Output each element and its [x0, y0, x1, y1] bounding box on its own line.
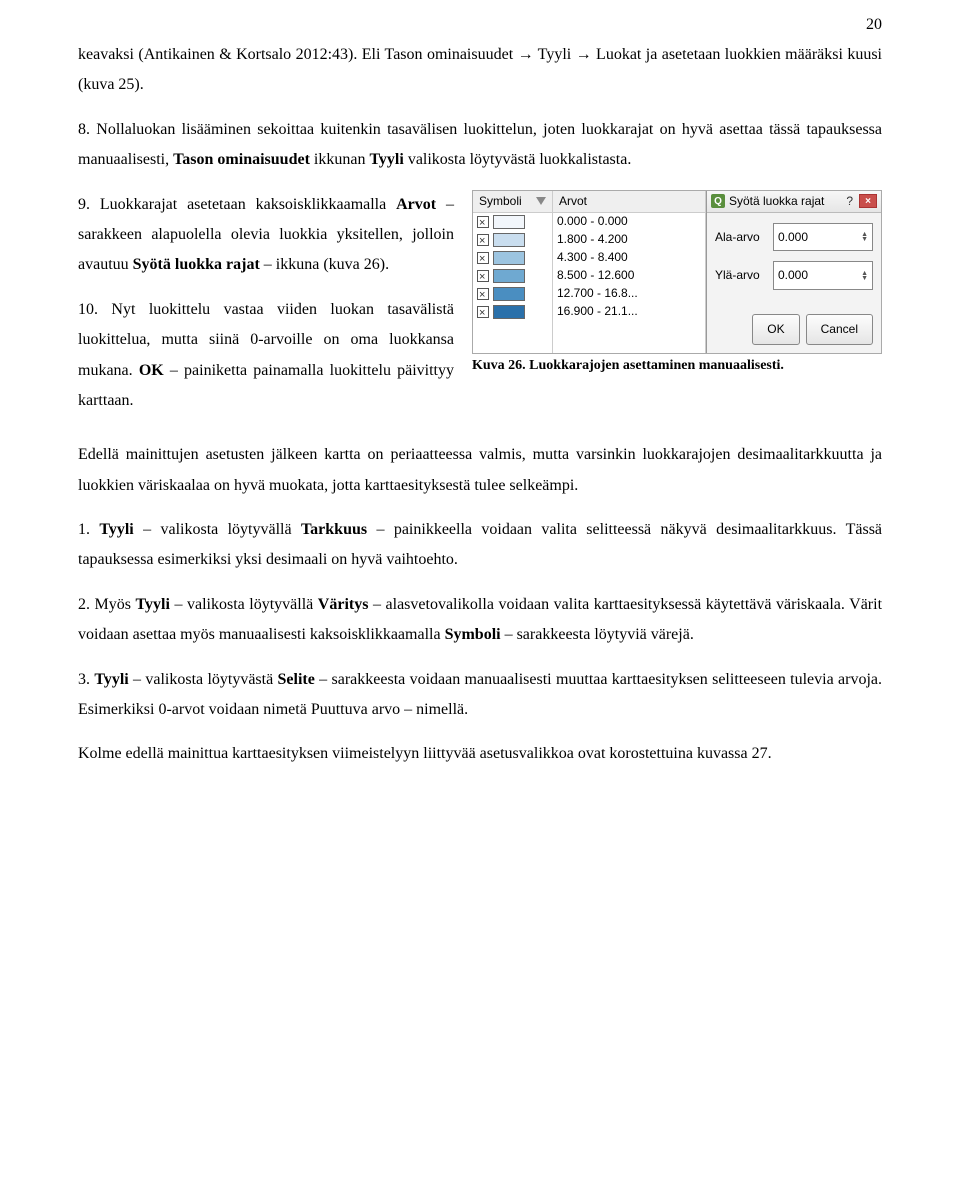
text-bold: Tyyli — [369, 151, 403, 168]
field-label: Ala-arvo — [715, 226, 767, 249]
paragraph-summary: Edellä mainittujen asetusten jälkeen kar… — [78, 440, 882, 501]
popup-title-text: Syötä luokka rajat — [729, 190, 824, 213]
input-value: 0.000 — [778, 226, 808, 249]
color-swatch[interactable] — [493, 287, 525, 301]
spinner-icon[interactable]: ▲▼ — [861, 232, 868, 242]
dialog-screenshot: Symboli Arvot 0.000 - 0.0001.800 - 4.200… — [472, 190, 882, 354]
text: 3. — [78, 671, 94, 688]
text: 9. Luokkarajat asetetaan kaksoisklikkaam… — [78, 196, 396, 213]
symboli-row[interactable] — [473, 303, 552, 321]
text-bold: Selite — [278, 671, 315, 688]
close-icon[interactable]: × — [859, 194, 877, 208]
arvot-row[interactable]: 16.900 - 21.1... — [553, 303, 705, 321]
symboli-row[interactable] — [473, 231, 552, 249]
text: 1. — [78, 521, 99, 538]
text-bold: OK — [139, 362, 164, 379]
color-swatch[interactable] — [493, 269, 525, 283]
help-icon[interactable]: ? — [846, 190, 853, 213]
input-value: 0.000 — [778, 264, 808, 287]
figure-26: Symboli Arvot 0.000 - 0.0001.800 - 4.200… — [472, 190, 882, 376]
text: 2. Myös — [78, 596, 136, 613]
popup-enter-class-limits: Q Syötä luokka rajat ? × Ala-arvo — [706, 191, 881, 353]
paragraph-step1: 1. Tyyli – valikosta löytyvällä Tarkkuus… — [78, 515, 882, 576]
page-number: 20 — [866, 10, 882, 40]
text: ikkunan — [310, 151, 370, 168]
paragraph-8: 8. Nollaluokan lisääminen sekoittaa kuit… — [78, 115, 882, 176]
text-bold: Väritys — [318, 596, 369, 613]
cancel-button[interactable]: Cancel — [806, 314, 873, 345]
checkbox-icon[interactable] — [477, 270, 489, 282]
field-yla-arvo: Ylä-arvo 0.000 ▲▼ — [715, 261, 873, 290]
text: – valikosta löytyvästä — [129, 671, 278, 688]
symboli-row[interactable] — [473, 285, 552, 303]
text: – valikosta löytyvällä — [170, 596, 318, 613]
symboli-row[interactable] — [473, 249, 552, 267]
sort-icon — [536, 197, 546, 205]
symboli-row[interactable] — [473, 267, 552, 285]
column-symboli: Symboli — [473, 191, 553, 353]
ala-arvo-input[interactable]: 0.000 ▲▼ — [773, 223, 873, 252]
color-swatch[interactable] — [493, 251, 525, 265]
text: – valikosta löytyvällä — [134, 521, 301, 538]
text-bold: Tarkkuus — [301, 521, 367, 538]
header-label: Arvot — [559, 190, 587, 213]
field-ala-arvo: Ala-arvo 0.000 ▲▼ — [715, 223, 873, 252]
text: valikosta löytyvästä luokkalistasta. — [404, 151, 632, 168]
column-arvot: Arvot 0.000 - 0.0001.800 - 4.2004.300 - … — [553, 191, 706, 353]
paragraph-7-cont: keavaksi (Antikainen & Kortsalo 2012:43)… — [78, 40, 882, 101]
yla-arvo-input[interactable]: 0.000 ▲▼ — [773, 261, 873, 290]
color-swatch[interactable] — [493, 305, 525, 319]
paragraph-closing: Kolme edellä mainittua karttaesityksen v… — [78, 739, 882, 769]
spinner-icon[interactable]: ▲▼ — [861, 271, 868, 281]
figure-caption: Kuva 26. Luokkarajojen asettaminen manua… — [472, 356, 882, 376]
symboli-row[interactable] — [473, 213, 552, 231]
checkbox-icon[interactable] — [477, 306, 489, 318]
text-bold: Tyyli — [136, 596, 170, 613]
text-bold: Tason ominaisuudet — [173, 151, 310, 168]
text-bold: Syötä luokka rajat — [133, 256, 260, 273]
checkbox-icon[interactable] — [477, 288, 489, 300]
text: – sarakkeesta löytyviä värejä. — [501, 626, 694, 643]
text: – ikkuna (kuva 26). — [260, 256, 389, 273]
color-swatch[interactable] — [493, 215, 525, 229]
popup-titlebar: Q Syötä luokka rajat ? × — [707, 191, 881, 213]
column-header-symboli[interactable]: Symboli — [473, 191, 552, 213]
header-label: Symboli — [479, 190, 522, 213]
checkbox-icon[interactable] — [477, 234, 489, 246]
checkbox-icon[interactable] — [477, 252, 489, 264]
app-icon: Q — [711, 194, 725, 208]
text-bold: Arvot — [396, 196, 436, 213]
paragraph-step3: 3. Tyyli – valikosta löytyvästä Selite –… — [78, 665, 882, 726]
field-label: Ylä-arvo — [715, 264, 767, 287]
paragraph-step2: 2. Myös Tyyli – valikosta löytyvällä Vär… — [78, 590, 882, 651]
text-bold: Tyyli — [94, 671, 128, 688]
color-swatch[interactable] — [493, 233, 525, 247]
text-bold: Tyyli — [99, 521, 133, 538]
checkbox-icon[interactable] — [477, 216, 489, 228]
ok-button[interactable]: OK — [752, 314, 799, 345]
text-bold: Symboli — [445, 626, 501, 643]
